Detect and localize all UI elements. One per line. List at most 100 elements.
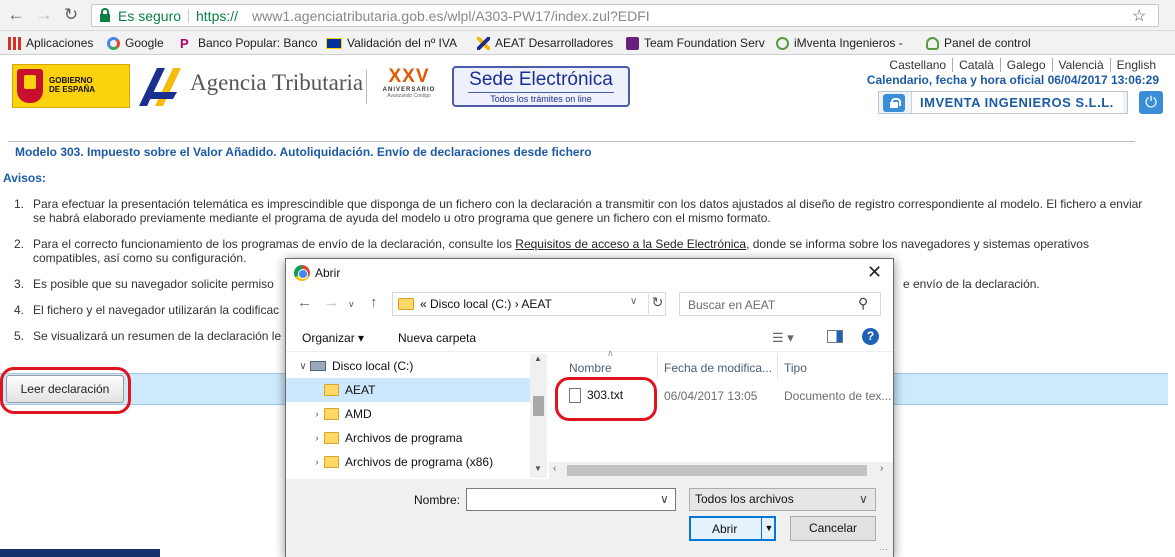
requisitos-acceso-link[interactable]: Requisitos de acceso a la Sede Electróni… — [515, 237, 746, 251]
aeat-icon — [477, 36, 490, 50]
abrir-dropdown-icon[interactable]: ▼ — [761, 518, 776, 539]
bookmark-validacion-iva[interactable]: Validación del nº IVA — [326, 35, 457, 51]
help-icon[interactable]: ? — [862, 328, 879, 345]
bookmark-aeat-desarrolladores[interactable]: AEAT Desarrolladores — [477, 35, 613, 51]
column-nombre[interactable]: Nombre — [569, 361, 612, 375]
up-arrow-icon[interactable]: ↑ — [370, 294, 378, 311]
bookmark-star-icon[interactable]: ☆ — [1132, 6, 1146, 26]
forward-arrow-icon[interactable]: → — [34, 5, 54, 25]
tree-item-disco-local[interactable]: ∨ Disco local (C:) — [286, 354, 530, 378]
lang-english[interactable]: English — [1109, 58, 1162, 72]
chevron-right-icon[interactable]: › — [310, 457, 324, 468]
recent-chevron-icon[interactable]: ∨ — [348, 299, 355, 310]
chevron-down-icon[interactable]: ∨ — [296, 361, 310, 372]
preview-pane-icon[interactable] — [827, 330, 843, 343]
footer-strip — [0, 549, 160, 557]
resize-grip-icon[interactable]: ⋯ — [879, 544, 888, 555]
path-breadcrumb[interactable]: « Disco local (C:) › AEAT ∨ ↻ — [392, 292, 666, 316]
column-fecha[interactable]: Fecha de modifica... — [664, 361, 772, 375]
refresh-icon[interactable]: ↻ — [648, 294, 666, 314]
folder-icon — [324, 408, 339, 420]
organizar-button[interactable]: Organizar ▾ — [302, 331, 364, 345]
chevron-down-icon[interactable]: ∨ — [859, 492, 868, 506]
logout-power-icon[interactable]: ⏻ — [1139, 91, 1163, 114]
dialog-nav-row: ← → ∨ ↑ « Disco local (C:) › AEAT ∨ ↻ Bu… — [286, 288, 893, 320]
folder-icon — [324, 384, 339, 396]
dialog-footer: Nombre: ∨ Todos los archivos ∨ Abrir ▼ C… — [286, 479, 893, 557]
back-arrow-icon[interactable]: ← — [6, 5, 26, 25]
file-list-hscrollbar[interactable]: ‹ › — [549, 462, 893, 479]
bookmark-team-foundation[interactable]: Team Foundation Serv — [626, 35, 765, 51]
secure-label: Es seguro — [118, 8, 182, 24]
abrir-button[interactable]: Abrir ▼ — [689, 516, 776, 541]
dialog-title: Abrir — [315, 266, 341, 280]
bookmarks-bar: Aplicaciones Google P Banco Popular: Banc… — [0, 31, 1175, 55]
user-lock-icon — [883, 93, 905, 112]
chevron-down-icon[interactable]: ∨ — [630, 296, 637, 307]
chevron-right-icon[interactable]: › — [310, 433, 324, 444]
lang-galego[interactable]: Galego — [999, 58, 1052, 72]
scroll-right-icon[interactable]: › — [880, 463, 883, 474]
banco-popular-icon: P — [180, 35, 189, 51]
cancelar-button[interactable]: Cancelar — [790, 516, 876, 541]
lang-catala[interactable]: Català — [952, 58, 1000, 72]
reload-icon[interactable]: ↻ — [61, 5, 81, 25]
tree-item-archivos-programa-x86[interactable]: › Archivos de programa (x86) — [286, 450, 530, 474]
tree-item-amd[interactable]: › AMD — [286, 402, 530, 426]
url-protocol: https:// — [196, 8, 239, 24]
folder-icon — [324, 456, 339, 468]
nueva-carpeta-button[interactable]: Nueva carpeta — [398, 331, 476, 345]
tree-item-archivos-programa[interactable]: › Archivos de programa — [286, 426, 530, 450]
bookmark-imventa[interactable]: iMventa Ingenieros - — [776, 35, 903, 51]
sede-electronica-logo[interactable]: Sede Electrónica Todos los trámites on l… — [452, 66, 630, 107]
close-icon[interactable]: ✕ — [867, 262, 882, 283]
chevron-down-icon[interactable]: ∨ — [660, 492, 669, 506]
hscroll-thumb[interactable] — [567, 465, 867, 476]
chevron-right-icon[interactable]: › — [310, 409, 324, 420]
bookmark-banco-popular[interactable]: P Banco Popular: Banco — [180, 35, 317, 51]
imventa-icon — [776, 36, 789, 50]
bookmark-google[interactable]: Google — [107, 35, 164, 51]
file-type: Documento de tex... — [784, 389, 892, 403]
search-input[interactable]: Buscar en AEAT ⚲ — [679, 292, 881, 316]
lang-castellano[interactable]: Castellano — [883, 58, 952, 72]
google-icon — [107, 36, 120, 50]
lang-valencia[interactable]: Valencià — [1051, 58, 1110, 72]
aviso-item-3: 3. Es posible que su navegador solicite … — [14, 277, 274, 291]
drive-icon — [310, 361, 326, 371]
aviso-item-5: 5. Se visualizará un resumen de la decla… — [14, 329, 282, 343]
tree-item-aeat[interactable]: AEAT — [286, 378, 530, 402]
sede-subtitle: Todos los trámites on line — [468, 92, 614, 105]
address-bar[interactable]: Es seguro https:// www1.agenciatributari… — [91, 4, 1159, 27]
url-text: www1.agenciatributaria.gob.es/wlpl/A303-… — [252, 8, 650, 24]
tree-scrollbar[interactable]: ▲ ▼ — [530, 354, 547, 478]
official-calendar-link[interactable]: Calendario, fecha y hora oficial 06/04/2… — [820, 73, 1159, 87]
search-icon: ⚲ — [858, 295, 869, 311]
bookmark-aplicaciones[interactable]: Aplicaciones — [8, 35, 93, 51]
forward-arrow-icon[interactable]: → — [324, 294, 339, 311]
column-tipo[interactable]: Tipo — [784, 361, 807, 375]
user-box[interactable]: IMVENTA INGENIEROS S.L.L. — [878, 91, 1128, 114]
red-highlight-file — [555, 377, 657, 421]
folder-tree: ∨ Disco local (C:) AEAT › AMD › Archivos… — [286, 354, 548, 478]
browser-toolbar: ← → ↻ Es seguro https:// www1.agenciatri… — [0, 0, 1175, 31]
nombre-input[interactable] — [466, 488, 676, 511]
bookmark-panel-control[interactable]: Panel de control — [926, 35, 1031, 51]
search-placeholder: Buscar en AEAT — [688, 298, 776, 312]
scroll-up-icon[interactable]: ▲ — [534, 354, 542, 363]
aviso-item-4: 4. El fichero y el navegador utilizarán … — [14, 303, 280, 317]
eu-flag-icon — [326, 37, 342, 49]
view-options-icon[interactable]: ☰ ▾ — [772, 330, 802, 345]
sede-title: Sede Electrónica — [469, 69, 613, 90]
path-text: « Disco local (C:) › AEAT — [420, 297, 552, 311]
file-type-select[interactable]: Todos los archivos — [689, 488, 876, 511]
folder-icon — [324, 432, 339, 444]
address-separator — [188, 9, 189, 23]
header-separator — [366, 70, 367, 104]
back-arrow-icon[interactable]: ← — [297, 294, 312, 311]
scroll-left-icon[interactable]: ‹ — [553, 463, 556, 474]
tree-scroll-thumb[interactable] — [533, 396, 544, 416]
apps-grid-icon — [8, 36, 21, 50]
scroll-down-icon[interactable]: ▼ — [534, 464, 542, 473]
user-name: IMVENTA INGENIEROS S.L.L. — [911, 92, 1123, 113]
